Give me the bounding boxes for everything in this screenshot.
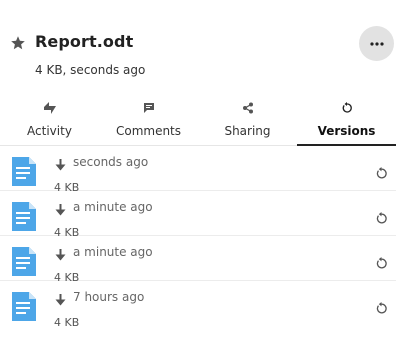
sidebar-tabs: Activity Comments Sharing Versions <box>0 95 396 146</box>
version-item[interactable]: a minute ago 4 KB <box>0 236 396 284</box>
version-list: seconds ago 4 KB a minute ago 4 KB a min… <box>0 146 396 329</box>
download-icon[interactable] <box>55 204 66 216</box>
more-dots-icon <box>369 41 384 46</box>
tab-comments-label: Comments <box>115 124 182 138</box>
document-file-icon <box>12 202 36 231</box>
share-icon <box>242 101 254 115</box>
favorite-star-icon[interactable] <box>10 35 26 51</box>
version-time: seconds ago <box>73 155 149 169</box>
file-name: Report.odt <box>35 32 134 51</box>
tab-versions-label: Versions <box>317 124 376 138</box>
restore-icon <box>341 101 353 115</box>
document-file-icon <box>12 247 36 276</box>
restore-version-icon[interactable] <box>375 212 388 225</box>
download-icon[interactable] <box>55 159 66 171</box>
tab-sharing-label: Sharing <box>224 124 271 138</box>
version-size: 4 KB <box>54 316 80 329</box>
document-file-icon <box>12 157 36 186</box>
restore-version-icon[interactable] <box>375 257 388 270</box>
restore-version-icon[interactable] <box>375 167 388 180</box>
activity-icon <box>43 101 57 115</box>
tab-activity-label: Activity <box>27 124 72 138</box>
restore-version-icon[interactable] <box>375 302 388 315</box>
version-time: 7 hours ago <box>73 290 145 304</box>
version-item[interactable]: a minute ago 4 KB <box>0 191 396 239</box>
version-item[interactable]: seconds ago 4 KB <box>0 146 396 194</box>
file-header: Report.odt 4 KB, seconds ago <box>0 0 396 95</box>
download-icon[interactable] <box>55 249 66 261</box>
file-meta: 4 KB, seconds ago <box>35 63 146 77</box>
tab-activity[interactable]: Activity <box>0 95 99 145</box>
tab-sharing[interactable]: Sharing <box>198 95 297 145</box>
version-item[interactable]: 7 hours ago 4 KB <box>0 281 396 329</box>
document-file-icon <box>12 292 36 321</box>
version-time: a minute ago <box>73 200 153 214</box>
download-icon[interactable] <box>55 294 66 306</box>
tab-comments[interactable]: Comments <box>99 95 198 145</box>
tab-versions[interactable]: Versions <box>297 95 396 146</box>
more-actions-button[interactable] <box>359 26 394 61</box>
version-time: a minute ago <box>73 245 153 259</box>
comment-icon <box>143 101 155 115</box>
